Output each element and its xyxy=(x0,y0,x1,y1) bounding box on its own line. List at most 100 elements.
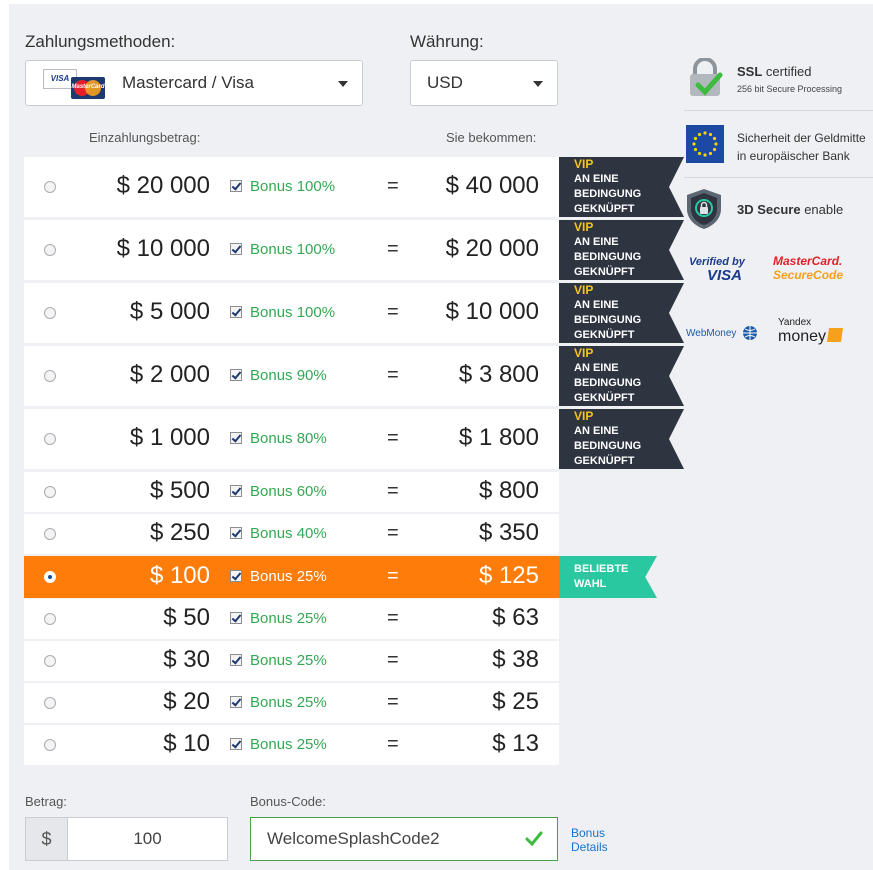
vip-tag: VIP AN EINE BEDINGUNG GEKNÜPFT xyxy=(559,346,684,406)
bonus-details-link[interactable]: Bonus Details xyxy=(571,826,608,854)
bonus-checkbox[interactable] xyxy=(230,180,242,192)
securecode-text: SecureCode xyxy=(773,268,844,282)
lock-check-icon xyxy=(690,58,723,96)
visa-text: VISA xyxy=(707,267,743,284)
eu-star xyxy=(697,132,702,137)
vip-line: BEDINGUNG xyxy=(574,377,642,389)
deposit-option-row[interactable]: $ 30 Bonus 25% = $ 38 xyxy=(24,641,559,681)
radio-button[interactable] xyxy=(44,697,56,709)
webmoney-text: WebMoney xyxy=(686,328,737,339)
chevron-down-icon xyxy=(533,81,543,87)
deposit-amount: $ 20 xyxy=(163,688,210,715)
bonus-checkbox[interactable] xyxy=(230,485,242,497)
vip-title: VIP xyxy=(574,157,594,171)
bonus-percent: Bonus 40% xyxy=(250,525,327,542)
amount-input[interactable]: 100 xyxy=(68,818,227,860)
radio-button[interactable] xyxy=(44,370,56,382)
vip-tag: VIP AN EINE BEDINGUNG GEKNÜPFT xyxy=(559,409,684,469)
bonus-checkbox[interactable] xyxy=(230,570,242,582)
equals-sign: = xyxy=(387,607,399,629)
bonus-checkbox[interactable] xyxy=(230,243,242,255)
radio-button[interactable] xyxy=(44,181,56,193)
deposit-amount: $ 20 000 xyxy=(116,172,210,199)
radio-button[interactable] xyxy=(44,528,56,540)
eu-star xyxy=(692,142,696,146)
mastercard-mark: MasterCard xyxy=(71,84,105,90)
check-icon xyxy=(525,831,543,847)
vip-line: GEKNÜPFT xyxy=(574,203,635,215)
equals-sign: = xyxy=(387,364,399,386)
vip-line: GEKNÜPFT xyxy=(574,329,635,341)
bonus-checkbox[interactable] xyxy=(230,369,242,381)
eu-line-1: Sicherheit der Geldmitte xyxy=(737,131,866,145)
vip-tag: VIP AN EINE BEDINGUNG GEKNÜPFT xyxy=(559,283,684,343)
receive-amount: $ 10 000 xyxy=(445,298,539,325)
deposit-option-row[interactable]: $ 50 Bonus 25% = $ 63 xyxy=(24,599,559,639)
popular-choice-tag: BELIEBTE WAHL xyxy=(559,556,657,598)
bonus-checkbox[interactable] xyxy=(230,432,242,444)
deposit-option-row[interactable]: $ 10 000 Bonus 100% = $ 20 000 xyxy=(24,220,559,280)
deposit-amount: $ 50 xyxy=(163,604,210,631)
deposit-option-row[interactable]: $ 10 Bonus 25% = $ 13 xyxy=(24,725,559,765)
deposit-option-row[interactable]: $ 1 000 Bonus 80% = $ 1 800 xyxy=(24,409,559,469)
vip-line: BEDINGUNG xyxy=(574,440,642,452)
bonus-code-input[interactable]: WelcomeSplashCode2 xyxy=(250,817,558,861)
eu-star xyxy=(712,136,717,141)
equals-sign: = xyxy=(387,301,399,323)
radio-button[interactable] xyxy=(44,739,56,751)
vip-title: VIP xyxy=(574,346,594,360)
bonus-percent: Bonus 80% xyxy=(250,430,327,447)
radio-button[interactable] xyxy=(44,571,56,583)
deposit-amount: $ 1 000 xyxy=(129,424,210,451)
bonus-checkbox[interactable] xyxy=(230,738,242,750)
bonus-checkbox[interactable] xyxy=(230,654,242,666)
radio-button[interactable] xyxy=(44,613,56,625)
receive-amount: $ 25 xyxy=(492,688,539,715)
receive-header: Sie bekommen: xyxy=(446,130,537,145)
vip-title: VIP xyxy=(574,220,594,234)
bonus-checkbox[interactable] xyxy=(230,612,242,624)
currency-label: Währung: xyxy=(410,32,484,51)
equals-sign: = xyxy=(387,427,399,449)
eu-star xyxy=(708,132,713,137)
verified-by-visa-logo: Verified by VISA xyxy=(689,256,755,284)
receive-amount: $ 20 000 xyxy=(445,235,539,262)
vip-tag: VIP AN EINE BEDINGUNG GEKNÜPFT xyxy=(559,157,684,217)
equals-sign: = xyxy=(387,238,399,260)
bonus-checkbox[interactable] xyxy=(230,306,242,318)
bonus-checkbox[interactable] xyxy=(230,696,242,708)
payment-method-value: Mastercard / Visa xyxy=(122,73,254,92)
deposit-amount: $ 250 xyxy=(149,519,210,546)
bonus-code-value: WelcomeSplashCode2 xyxy=(267,829,440,848)
bonus-checkbox[interactable] xyxy=(230,527,242,539)
deposit-option-row[interactable]: $ 20 Bonus 25% = $ 25 xyxy=(24,683,559,723)
eu-line-2: in europäischer Bank xyxy=(737,149,850,163)
eu-star xyxy=(712,147,717,152)
radio-button[interactable] xyxy=(44,307,56,319)
ssl-block: SSL certified 256 bit Secure Processing xyxy=(684,58,873,102)
deposit-option-row[interactable]: $ 2 000 Bonus 90% = $ 3 800 xyxy=(24,346,559,406)
receive-amount: $ 125 xyxy=(478,562,539,589)
radio-button[interactable] xyxy=(44,244,56,256)
receive-amount: $ 1 800 xyxy=(458,424,539,451)
deposit-option-row[interactable]: $ 20 000 Bonus 100% = $ 40 000 xyxy=(24,157,559,217)
payment-methods-label: Zahlungsmethoden: xyxy=(25,32,176,51)
radio-button[interactable] xyxy=(44,486,56,498)
vip-line: BEDINGUNG xyxy=(574,314,642,326)
radio-button[interactable] xyxy=(44,655,56,667)
radio-button[interactable] xyxy=(44,433,56,445)
equals-sign: = xyxy=(387,522,399,544)
payment-method-select[interactable]: VISA MasterCard Mastercard / Visa xyxy=(25,60,363,106)
vip-line: AN EINE xyxy=(574,299,619,311)
shield-lock-icon xyxy=(687,189,721,229)
deposit-option-row[interactable]: $ 100 Bonus 25% = $ 125 xyxy=(24,556,559,598)
deposit-option-row[interactable]: $ 250 Bonus 40% = $ 350 xyxy=(24,514,559,554)
deposit-option-row[interactable]: $ 5 000 Bonus 100% = $ 10 000 xyxy=(24,283,559,343)
currency-select[interactable]: USD xyxy=(410,60,558,106)
deposit-option-row[interactable]: $ 500 Bonus 60% = $ 800 xyxy=(24,472,559,512)
receive-amount: $ 40 000 xyxy=(445,172,539,199)
3d-secure-title: 3D Secure xyxy=(737,202,801,217)
popular-line: WAHL xyxy=(574,578,607,590)
equals-sign: = xyxy=(387,691,399,713)
bonus-percent: Bonus 25% xyxy=(250,652,327,669)
